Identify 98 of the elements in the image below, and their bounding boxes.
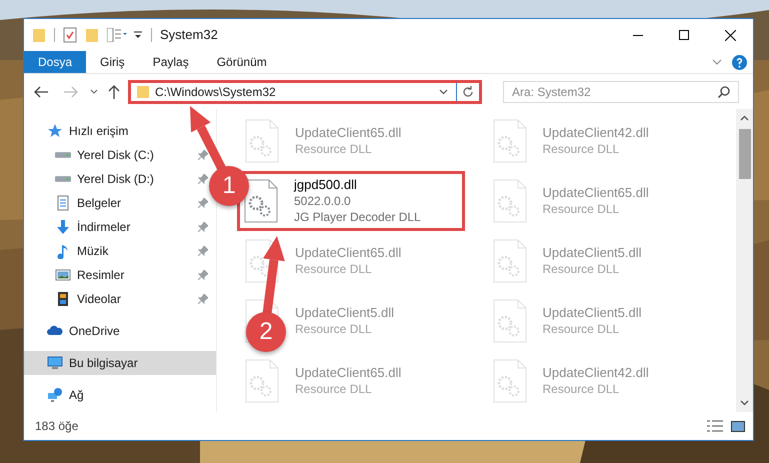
dll-file-icon [492, 299, 526, 343]
monitor-icon [47, 355, 63, 371]
pin-icon[interactable] [198, 174, 208, 184]
chevron-down-icon[interactable] [90, 89, 98, 94]
refresh-icon[interactable] [462, 86, 474, 98]
sidebar-item[interactable]: Yerel Disk (D:) [55, 167, 154, 191]
close-icon [724, 30, 736, 40]
chevron-down-icon[interactable] [439, 88, 448, 94]
folder-icon [137, 84, 149, 98]
sidebar-label: Hızlı erişim [69, 123, 128, 140]
dropdown-icon[interactable] [133, 30, 143, 40]
sidebar-item[interactable]: Belgeler [55, 191, 122, 215]
sidebar-item[interactable]: Videolar [55, 287, 121, 311]
dll-file-icon [492, 359, 526, 403]
pin-icon[interactable] [198, 246, 208, 256]
search-icon[interactable] [718, 86, 730, 98]
file-name: UpdateClient5.dll [542, 305, 642, 321]
file-detail: Resource DLL [542, 201, 620, 217]
properties-icon[interactable] [107, 28, 127, 42]
file-name: UpdateClient5.dll [542, 245, 642, 261]
file-detail: Resource DLL [542, 261, 620, 277]
file-name: jgpd500.dll [294, 177, 358, 193]
sidebar-label: Belgeler [77, 195, 122, 212]
minimize-icon [633, 34, 643, 36]
star-icon [47, 123, 63, 139]
search-input[interactable]: Ara: System32 [512, 82, 718, 100]
sidebar-label: Yerel Disk (D:) [77, 171, 154, 188]
sidebar-label: Yerel Disk (C:) [77, 147, 154, 164]
file-name: UpdateClient5.dll [295, 305, 394, 321]
sidebar-item[interactable]: İndirmeler [55, 215, 130, 239]
ribbon-tab[interactable]: Görünüm [202, 51, 281, 73]
sidebar-item[interactable]: Müzik [55, 239, 108, 263]
ribbon-tab[interactable]: Dosya [24, 51, 86, 73]
maximize-icon [679, 30, 689, 40]
up-arrow-icon[interactable] [108, 84, 120, 98]
chevron-up-icon[interactable] [740, 115, 749, 121]
checklist-icon[interactable] [63, 27, 77, 43]
file-detail: Resource DLL [542, 141, 620, 157]
file-name: UpdateClient42.dll [542, 365, 649, 381]
drive-icon [55, 152, 71, 158]
thumbnail-view-icon[interactable] [731, 420, 745, 432]
ribbon-tab[interactable]: Paylaş [138, 51, 203, 73]
dll-file-icon [492, 179, 526, 223]
file-detail: 5022.0.0.0 [294, 193, 352, 209]
sidebar-label: Videolar [77, 291, 121, 308]
sidebar-item[interactable]: Yerel Disk (C:) [55, 143, 154, 167]
ribbon-tab[interactable]: Giriş [86, 51, 139, 73]
file-item[interactable]: jgpd500.dll 5022.0.0.0 JG Player Decoder DLL [237, 171, 465, 231]
document-icon [55, 195, 71, 211]
file-detail: Resource DLL [295, 381, 373, 397]
sidebar-label: Müzik [77, 243, 108, 260]
scrollbar[interactable] [736, 109, 753, 412]
drive-icon [55, 176, 71, 182]
file-detail: Resource DLL [295, 321, 373, 337]
sidebar-label: Bu bilgisayar [69, 355, 138, 372]
image-icon [55, 267, 71, 283]
dll-file-icon [492, 239, 526, 283]
file-name: UpdateClient65.dll [295, 245, 402, 261]
window-title: System32 [160, 26, 218, 44]
sidebar-item[interactable]: Hızlı erişim [24, 119, 216, 143]
address-path: C:\Windows\System32 [155, 84, 276, 100]
file-detail: JG Player Decoder DLL [294, 209, 421, 225]
item-count: 183 öğe [35, 418, 78, 435]
chevron-down-icon[interactable] [740, 400, 749, 406]
file-detail: Resource DLL [542, 321, 620, 337]
dll-file-icon [245, 359, 279, 403]
film-icon [55, 291, 71, 307]
file-name: UpdateClient42.dll [542, 125, 649, 141]
sidebar-item[interactable]: OneDrive [24, 319, 216, 343]
file-detail: Resource DLL [295, 141, 373, 157]
file-name: UpdateClient65.dll [295, 125, 402, 141]
sidebar-item[interactable]: Ağ [24, 383, 216, 407]
pin-icon[interactable] [198, 222, 208, 232]
dll-file-icon [245, 119, 279, 163]
file-name: UpdateClient65.dll [542, 185, 649, 201]
pin-icon[interactable] [198, 198, 208, 208]
help-icon[interactable] [732, 54, 747, 70]
scrollbar-thumb[interactable] [738, 129, 750, 179]
sidebar-item[interactable]: Bu bilgisayar [24, 351, 216, 375]
pin-icon[interactable] [198, 294, 208, 304]
sidebar-item[interactable]: Resimler [55, 263, 124, 287]
pin-icon[interactable] [198, 150, 208, 160]
search-field[interactable]: Ara: System32 [503, 80, 739, 102]
download-icon [55, 219, 71, 235]
dll-file-icon [492, 119, 526, 163]
details-view-icon[interactable] [707, 420, 723, 432]
dll-file-icon [244, 179, 278, 223]
sidebar-label: Resimler [77, 267, 124, 284]
back-arrow-icon[interactable] [34, 86, 48, 98]
file-detail: Resource DLL [542, 381, 620, 397]
sidebar-label: OneDrive [69, 323, 120, 340]
file-detail: Resource DLL [295, 261, 373, 277]
network-icon [47, 387, 63, 403]
pin-icon[interactable] [198, 270, 208, 280]
sidebar-label: Ağ [69, 387, 84, 404]
address-bar[interactable]: C:\Windows\System32 [128, 80, 482, 104]
sidebar-label: İndirmeler [77, 219, 130, 236]
file-name: UpdateClient65.dll [295, 365, 402, 381]
